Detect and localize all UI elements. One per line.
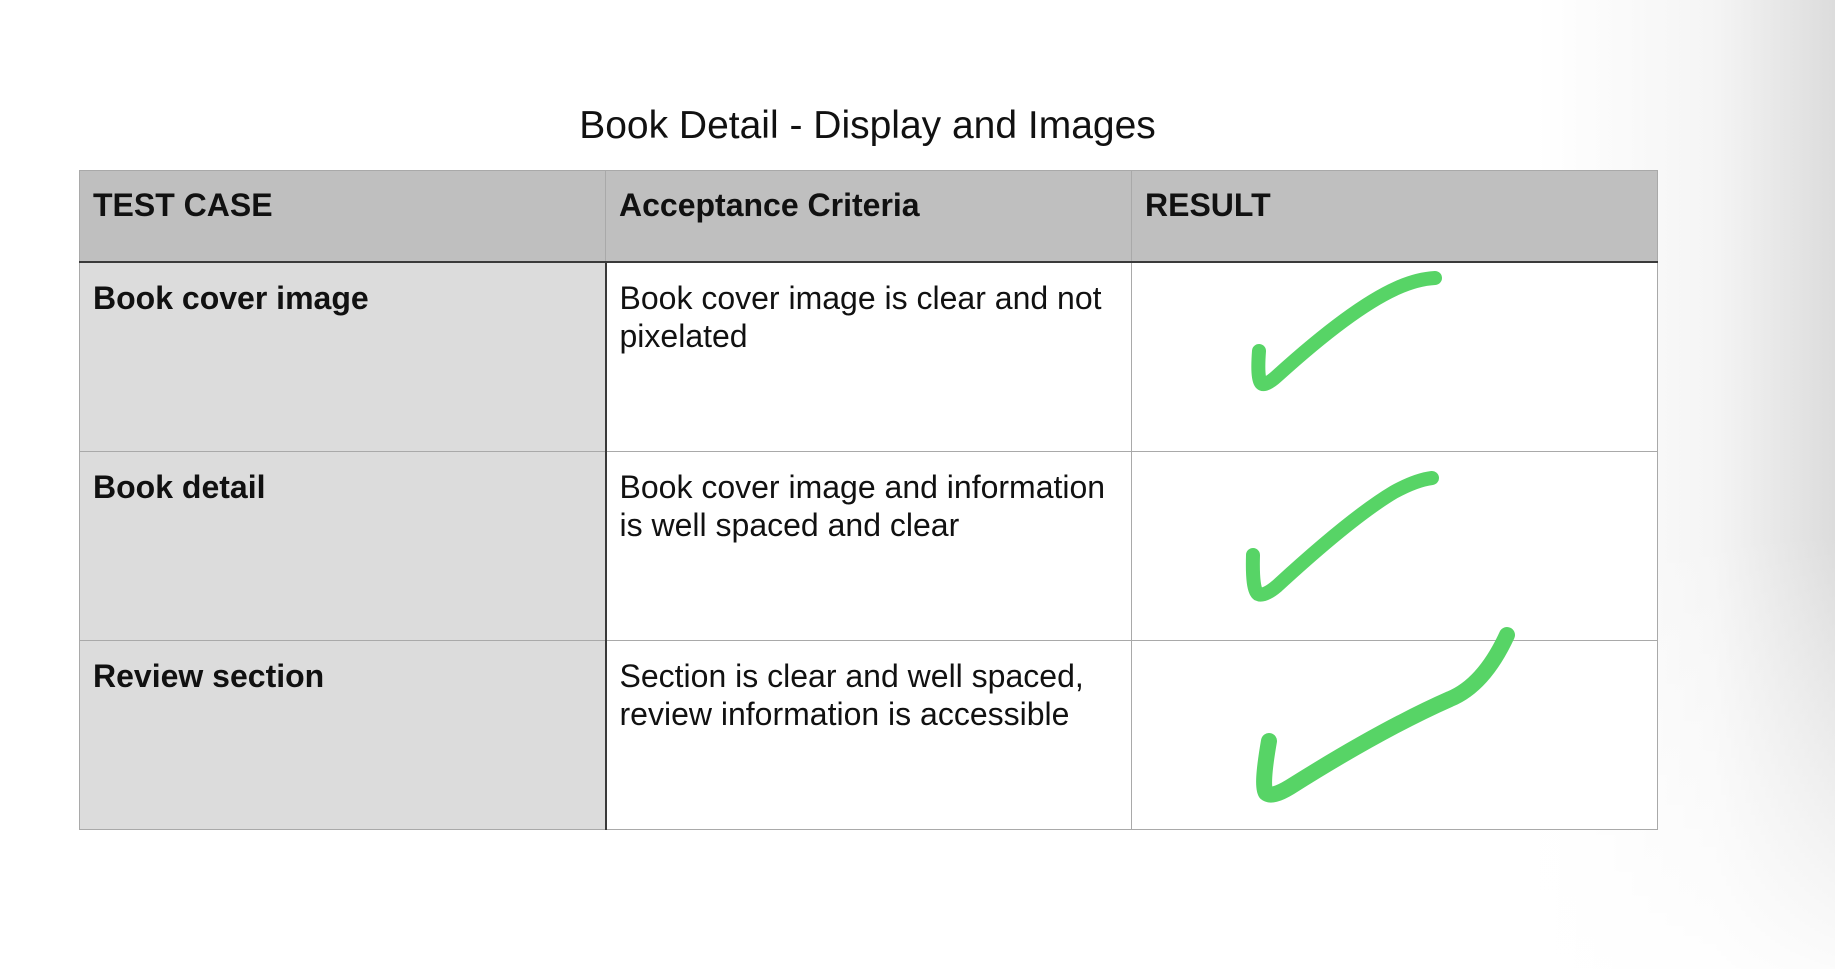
test-results-table: TEST CASE Acceptance Criteria RESULT Boo… — [79, 170, 1658, 830]
table-header-row: TEST CASE Acceptance Criteria RESULT — [79, 170, 1658, 263]
acceptance-criteria-cell: Book cover image is clear and not pixela… — [605, 261, 1132, 452]
result-cell — [1131, 627, 1658, 830]
test-case-cell: Book cover image — [79, 261, 607, 452]
table-row: Review section Section is clear and well… — [79, 627, 1658, 830]
result-cell — [1131, 451, 1658, 641]
table-row: Book cover image Book cover image is cle… — [79, 261, 1658, 452]
check-mark-icon — [1256, 627, 1515, 803]
result-cell — [1131, 261, 1658, 452]
test-case-cell: Book detail — [79, 451, 607, 641]
check-mark-icon — [1245, 471, 1439, 602]
acceptance-criteria-cell: Book cover image and information is well… — [605, 451, 1132, 641]
page-title: Book Detail - Display and Images — [579, 104, 1156, 147]
column-header-result: RESULT — [1131, 170, 1658, 263]
check-mark-icon — [1251, 271, 1442, 392]
column-header-test-case: TEST CASE — [79, 170, 606, 263]
table-row: Book detail Book cover image and informa… — [79, 451, 1658, 641]
acceptance-criteria-cell: Section is clear and well spaced, review… — [605, 640, 1132, 830]
column-header-acceptance-criteria: Acceptance Criteria — [605, 170, 1132, 263]
test-case-cell: Review section — [79, 640, 607, 830]
